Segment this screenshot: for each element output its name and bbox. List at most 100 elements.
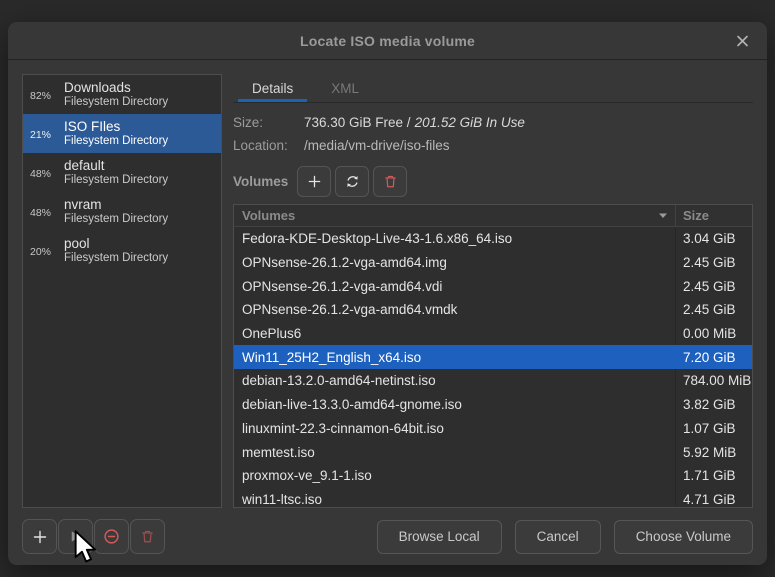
volume-row[interactable]: debian-13.2.0-amd64-netinst.iso 784.00 M… (234, 369, 752, 393)
location-value: /media/vm-drive/iso-files (304, 135, 450, 156)
volume-row[interactable]: Fedora-KDE-Desktop-Live-43-1.6.x86_64.is… (234, 227, 752, 251)
close-icon (736, 34, 749, 47)
stop-circle-minus-icon (103, 528, 120, 545)
pool-type: Filesystem Directory (64, 213, 168, 227)
volumes-toolbar: Volumes (233, 166, 753, 197)
volume-row[interactable]: memtest.iso 5.92 MiB (234, 440, 752, 464)
size-label: Size: (233, 112, 304, 133)
volume-row[interactable]: proxmox-ve_9.1-1.iso 1.71 GiB (234, 464, 752, 488)
volume-size-cell: 2.45 GiB (676, 251, 752, 275)
pool-text: Downloads Filesystem Directory (64, 80, 168, 110)
pool-text: pool Filesystem Directory (64, 236, 168, 266)
pool-usage-percent: 82% (30, 88, 57, 102)
dialog-content: 82% Downloads Filesystem Directory 21% I… (8, 60, 767, 508)
sort-descending-icon[interactable] (658, 212, 668, 219)
footer-buttons: Browse Local Cancel Choose Volume (377, 520, 753, 554)
close-button[interactable] (733, 31, 752, 50)
volume-name-cell: win11-ltsc.iso (234, 488, 676, 507)
volume-name-cell: OPNsense-26.1.2-vga-amd64.vdi (234, 274, 676, 298)
details-tabbar: Details XML (233, 74, 753, 103)
volumes-section-label: Volumes (233, 174, 288, 189)
storage-pool-item[interactable]: 20% pool Filesystem Directory (23, 231, 221, 270)
storage-pool-panel: 82% Downloads Filesystem Directory 21% I… (22, 74, 222, 508)
pool-usage-percent: 21% (30, 127, 57, 141)
volume-name-cell: debian-13.2.0-amd64-netinst.iso (234, 369, 676, 393)
refresh-volumes-button[interactable] (335, 166, 369, 197)
choose-volume-button[interactable]: Choose Volume (614, 520, 753, 554)
pool-details-panel: Details XML Size: 736.30 GiB Free /201.5… (233, 74, 753, 508)
volume-size-cell: 2.45 GiB (676, 298, 752, 322)
volume-size-cell: 4.71 GiB (676, 488, 752, 507)
location-row: Location: /media/vm-drive/iso-files (233, 135, 753, 156)
volume-size-cell: 1.07 GiB (676, 417, 752, 441)
volume-row[interactable]: debian-live-13.3.0-amd64-gnome.iso 3.82 … (234, 393, 752, 417)
dialog-titlebar[interactable]: Locate ISO media volume (8, 22, 767, 60)
pool-text: default Filesystem Directory (64, 158, 168, 188)
cancel-button[interactable]: Cancel (515, 520, 601, 554)
volume-row[interactable]: OPNsense-26.1.2-vga-amd64.vdi 2.45 GiB (234, 274, 752, 298)
pool-actions (22, 519, 165, 554)
pool-name: pool (64, 236, 168, 252)
volume-name-cell: Win11_25H2_English_x64.iso (234, 345, 676, 369)
volume-row[interactable]: win11-ltsc.iso 4.71 GiB (234, 488, 752, 507)
pool-text: ISO FIles Filesystem Directory (64, 119, 168, 149)
volumes-table-header: Volumes Size (234, 205, 752, 227)
volume-size-cell: 7.20 GiB (676, 345, 752, 369)
size-row: Size: 736.30 GiB Free /201.52 GiB In Use (233, 112, 753, 133)
delete-pool-button[interactable] (130, 519, 165, 554)
tab-xml[interactable]: XML (312, 74, 378, 102)
storage-pool-item[interactable]: 48% default Filesystem Directory (23, 153, 221, 192)
pool-usage-percent: 48% (30, 166, 57, 180)
pool-name: nvram (64, 197, 168, 213)
volume-row[interactable]: OPNsense-26.1.2-vga-amd64.vmdk 2.45 GiB (234, 298, 752, 322)
tab-xml-label: XML (331, 81, 359, 96)
column-header-volumes-label: Volumes (242, 208, 295, 223)
volumes-table-body: Fedora-KDE-Desktop-Live-43-1.6.x86_64.is… (234, 227, 752, 507)
volume-name-cell: linuxmint-22.3-cinnamon-64bit.iso (234, 417, 676, 441)
volume-name-cell: OPNsense-26.1.2-vga-amd64.vmdk (234, 298, 676, 322)
pool-usage-percent: 48% (30, 205, 57, 219)
delete-volume-button[interactable] (373, 166, 407, 197)
volume-name-cell: Fedora-KDE-Desktop-Live-43-1.6.x86_64.is… (234, 227, 676, 251)
pool-info: Size: 736.30 GiB Free /201.52 GiB In Use… (233, 103, 753, 158)
add-pool-button[interactable] (22, 519, 57, 554)
browse-local-button[interactable]: Browse Local (377, 520, 502, 554)
column-header-volumes[interactable]: Volumes (234, 205, 676, 226)
dialog-footer: Browse Local Cancel Choose Volume (8, 508, 767, 565)
dialog-title: Locate ISO media volume (300, 33, 475, 49)
volume-name-cell: debian-live-13.3.0-amd64-gnome.iso (234, 393, 676, 417)
plus-icon (32, 529, 48, 545)
volume-row[interactable]: linuxmint-22.3-cinnamon-64bit.iso 1.07 G… (234, 417, 752, 441)
volume-row[interactable]: OPNsense-26.1.2-vga-amd64.img 2.45 GiB (234, 251, 752, 275)
trash-icon (383, 174, 398, 189)
volume-size-cell: 3.82 GiB (676, 393, 752, 417)
stop-pool-button[interactable] (94, 519, 129, 554)
locate-iso-media-volume-dialog: Locate ISO media volume 82% Downloads (8, 22, 767, 565)
volume-row[interactable]: OnePlus6 0.00 MiB (234, 322, 752, 346)
start-pool-button[interactable] (58, 519, 93, 554)
storage-pool-list: 82% Downloads Filesystem Directory 21% I… (22, 74, 222, 508)
volume-name-cell: OnePlus6 (234, 322, 676, 346)
storage-pool-item[interactable]: 21% ISO FIles Filesystem Directory (23, 114, 221, 153)
plus-icon (307, 174, 322, 189)
volume-size-cell: 784.00 MiB (676, 369, 752, 393)
pool-name: ISO FIles (64, 119, 168, 135)
storage-pool-item[interactable]: 82% Downloads Filesystem Directory (23, 75, 221, 114)
tab-details[interactable]: Details (233, 74, 312, 102)
pool-name: Downloads (64, 80, 168, 96)
volume-row[interactable]: Win11_25H2_English_x64.iso 7.20 GiB (234, 345, 752, 369)
volumes-table: Volumes Size Fedora-KDE-Desktop-Live-43-… (233, 204, 753, 508)
volume-size-cell: 3.04 GiB (676, 227, 752, 251)
location-label: Location: (233, 135, 304, 156)
refresh-icon (345, 174, 360, 189)
storage-pool-item[interactable]: 48% nvram Filesystem Directory (23, 192, 221, 231)
pool-text: nvram Filesystem Directory (64, 197, 168, 227)
trash-icon (140, 529, 155, 544)
tab-details-label: Details (252, 81, 293, 96)
desktop-backdrop: Locate ISO media volume 82% Downloads (0, 0, 775, 577)
volume-name-cell: OPNsense-26.1.2-vga-amd64.img (234, 251, 676, 275)
column-header-size[interactable]: Size (676, 205, 752, 226)
pool-type: Filesystem Directory (64, 96, 168, 110)
volume-size-cell: 2.45 GiB (676, 274, 752, 298)
new-volume-button[interactable] (297, 166, 331, 197)
